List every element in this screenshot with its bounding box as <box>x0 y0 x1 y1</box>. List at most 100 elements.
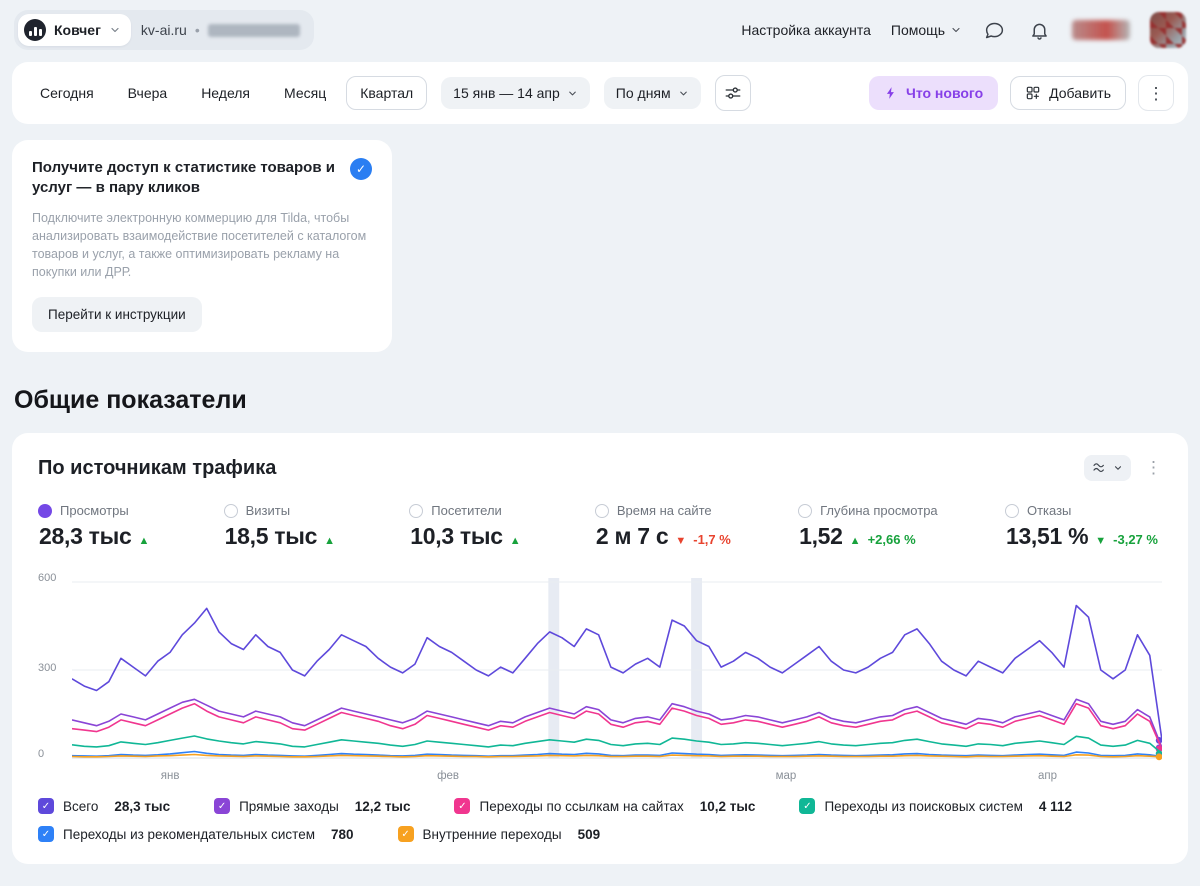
notifications-button[interactable] <box>1027 18 1052 43</box>
legend-label: Переходы по ссылкам на сайтах <box>479 798 684 814</box>
metric-radio-icon <box>1004 503 1019 518</box>
metric-radio-icon <box>223 503 238 518</box>
legend-item-direct[interactable]: Прямые заходы 12,2 тыс <box>214 798 410 814</box>
promo-card: Получите доступ к статистике товаров и у… <box>12 140 392 352</box>
add-widget-button[interactable]: Добавить <box>1010 76 1126 110</box>
legend-label: Прямые заходы <box>239 798 339 814</box>
date-range-value: 15 янв — 14 апр <box>453 85 560 101</box>
group-by-select[interactable]: По дням <box>603 77 701 109</box>
chevron-down-icon <box>111 27 119 33</box>
trend-arrow-icon: ▲ <box>324 535 335 547</box>
promo-title: Получите доступ к статистике товаров и у… <box>32 159 335 197</box>
chevron-down-icon <box>1114 466 1122 470</box>
chart-type-select[interactable] <box>1084 455 1131 481</box>
metric-label: Просмотры <box>60 503 129 518</box>
period-tab-month[interactable]: Месяц <box>270 76 340 110</box>
whats-new-button[interactable]: Что нового <box>868 76 999 110</box>
trend-arrow-icon: ▲ <box>509 535 521 547</box>
toolbar-left: Сегодня Вчера Неделя Месяц Квартал 15 ян… <box>26 75 751 111</box>
add-widget-icon <box>1026 86 1040 100</box>
metric-tab-views[interactable]: Просмотры 28,3 тыс ▲ <box>38 503 156 550</box>
site-link[interactable]: kv-ai.ru <box>141 22 187 38</box>
counter-name: Ковчег <box>54 22 101 38</box>
legend-item-total[interactable]: Всего 28,3 тыс <box>38 798 170 814</box>
help-menu[interactable]: Помощь <box>891 22 962 38</box>
topbar-right: Настройка аккаунта Помощь <box>741 12 1186 48</box>
trend-arrow-icon: ▲ <box>138 535 150 547</box>
section-title: Общие показатели <box>14 386 247 414</box>
x-tick-label: янв <box>160 770 180 782</box>
trend-arrow-icon: ▲ <box>849 535 861 547</box>
chat-button[interactable] <box>982 18 1007 43</box>
x-tick-label: фев <box>437 770 460 782</box>
metric-tab-visits[interactable]: Визиты 18,5 тыс ▲ <box>223 503 342 550</box>
metric-delta: +2,66 % <box>867 532 916 547</box>
legend-item-internal[interactable]: Внутренние переходы 509 <box>397 826 600 842</box>
legend-row: Всего 28,3 тыс Прямые заходы 12,2 тыс Пе… <box>38 798 1162 814</box>
checkbox-checked-icon <box>38 798 54 814</box>
sliders-icon <box>725 87 741 99</box>
period-tabs: Сегодня Вчера Неделя Месяц Квартал <box>26 76 428 110</box>
metrica-counter-logo-icon <box>24 19 46 41</box>
legend-item-recommendations[interactable]: Переходы из рекомендательных систем 780 <box>38 826 354 842</box>
help-label: Помощь <box>890 22 945 38</box>
chart-plot[interactable] <box>72 576 1162 762</box>
legend-label: Всего <box>63 798 99 814</box>
metric-tab-bounce-rate[interactable]: Отказы 13,51 % ▼ -3,27 % <box>1004 503 1158 550</box>
counter-switcher[interactable]: Ковчег <box>18 14 131 46</box>
avatar[interactable] <box>1150 12 1186 48</box>
topbar-left: Ковчег kv-ai.ru • <box>14 10 314 50</box>
metric-label: Посетители <box>431 503 502 518</box>
metric-radio-icon <box>409 503 424 518</box>
legend-item-search[interactable]: Переходы из поисковых систем 4 112 <box>799 798 1072 814</box>
metric-radio-icon <box>798 503 813 518</box>
period-tab-week[interactable]: Неделя <box>187 76 264 110</box>
traffic-line-chart[interactable] <box>72 576 1162 762</box>
period-tab-quarter[interactable]: Квартал <box>346 76 428 110</box>
legend-label: Переходы из рекомендательных систем <box>63 826 315 842</box>
metric-tab-depth[interactable]: Глубина просмотра 1,52 ▲ +2,66 % <box>798 503 938 550</box>
metric-tab-visitors[interactable]: Посетители 10,3 тыс ▲ <box>409 503 527 550</box>
metric-value: 10,3 тыс <box>410 523 503 549</box>
separator-dot: • <box>194 22 200 38</box>
topbar: Ковчег kv-ai.ru • Настройка аккаунта Пом… <box>12 8 1188 52</box>
metric-delta: -1,7 % <box>693 532 731 547</box>
trend-arrow-icon: ▼ <box>1095 535 1107 547</box>
chevron-down-icon <box>952 27 960 33</box>
legend-value: 4 112 <box>1038 798 1072 814</box>
metric-tab-time-on-site[interactable]: Время на сайте 2 м 7 с ▼ -1,7 % <box>594 503 731 550</box>
legend-label: Переходы из поисковых систем <box>824 798 1023 814</box>
promo-description: Подключите электронную коммерцию для Til… <box>32 210 367 279</box>
checkbox-checked-icon <box>214 798 231 814</box>
period-tab-today[interactable]: Сегодня <box>26 76 108 110</box>
y-tick-label: 0 <box>38 748 45 760</box>
chart-menu-button[interactable]: ⋮ <box>1145 458 1162 478</box>
toolbar-menu-button[interactable]: ⋮ <box>1138 75 1174 111</box>
period-tab-yesterday[interactable]: Вчера <box>114 76 182 110</box>
chart-legend: Всего 28,3 тыс Прямые заходы 12,2 тыс Пе… <box>38 798 1162 842</box>
traffic-sources-card: По источникам трафика ⋮ Просмотры 28,3 т… <box>12 433 1188 864</box>
date-range-select[interactable]: 15 янв — 14 апр <box>441 77 590 109</box>
filters-button[interactable] <box>714 75 751 111</box>
chart-header: По источникам трафика ⋮ <box>38 455 1162 481</box>
y-tick-label: 300 <box>38 662 57 674</box>
metric-label: Время на сайте <box>616 503 712 518</box>
metric-value: 13,51 % <box>1005 523 1089 549</box>
metric-radio-icon <box>38 503 52 518</box>
legend-label: Внутренние переходы <box>422 826 562 842</box>
legend-value: 10,2 тыс <box>699 798 756 814</box>
promo-head: Получите доступ к статистике товаров и у… <box>32 158 372 199</box>
checkbox-checked-icon <box>454 798 471 814</box>
metric-value: 28,3 тыс <box>39 523 132 549</box>
promo-instruction-button[interactable]: Перейти к инструкции <box>32 297 202 332</box>
legend-value: 12,2 тыс <box>354 798 411 814</box>
chevron-down-icon <box>568 91 576 95</box>
metrics-row: Просмотры 28,3 тыс ▲ Визиты 18,5 тыс ▲ Пос… <box>38 503 1162 550</box>
legend-item-site-links[interactable]: Переходы по ссылкам на сайтах 10,2 тыс <box>454 798 755 814</box>
chart-area: 600 300 0 <box>38 572 1162 762</box>
account-settings-link[interactable]: Настройка аккаунта <box>741 22 871 38</box>
metric-value: 1,52 <box>799 523 843 549</box>
chart-controls: ⋮ <box>1084 455 1162 481</box>
x-tick-label: апр <box>1038 770 1058 782</box>
chart-title: По источникам трафика <box>38 456 277 479</box>
